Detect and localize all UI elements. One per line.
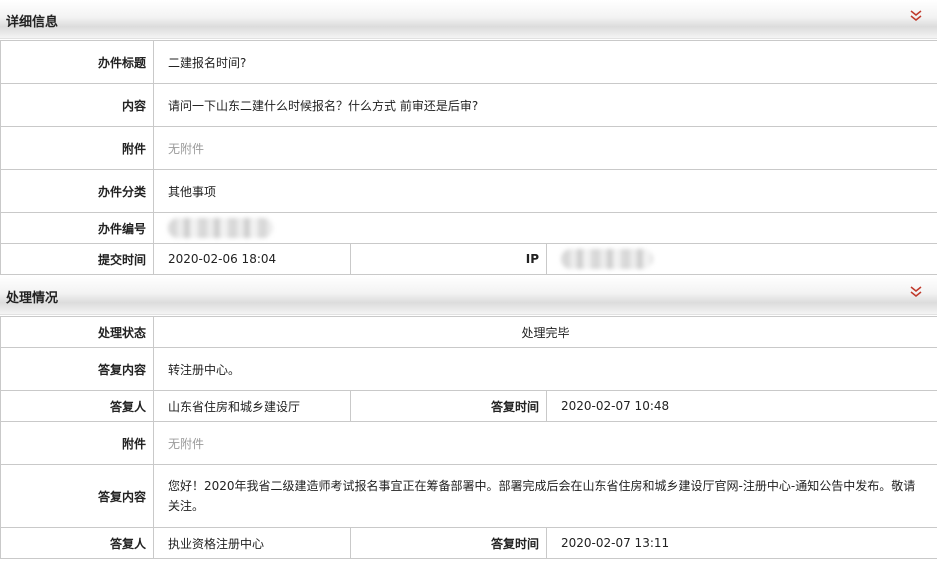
reply-content-value: 转注册中心。	[153, 347, 937, 391]
double-chevron-down-icon[interactable]	[909, 285, 923, 299]
responder-value: 山东省住房和城乡建设厅	[153, 390, 351, 422]
table-row: 答复内容 您好！2020年我省二级建造师考试报名事宜正在筹备部署中。部署完成后会…	[0, 464, 937, 528]
page: 详细信息 办件标题 二建报名时间? 内容 请问一下山东二建什么时候报名？什么方式…	[0, 0, 937, 564]
detail-table: 办件标题 二建报名时间? 内容 请问一下山东二建什么时候报名？什么方式 前审还是…	[0, 40, 937, 275]
status-value: 处理完毕	[153, 316, 937, 348]
redacted-number	[168, 218, 273, 238]
reply-content-value: 您好！2020年我省二级建造师考试报名事宜正在筹备部署中。部署完成后会在山东省住…	[153, 464, 937, 528]
handling-table: 处理状态 处理完毕 答复内容 转注册中心。 答复人 山东省住房和城乡建设厅 答复…	[0, 316, 937, 559]
detail-section-title: 详细信息	[6, 15, 59, 30]
handling-attachment-value: 无附件	[153, 421, 937, 465]
table-row: 处理状态 处理完毕	[0, 316, 937, 348]
submit-time-value: 2020-02-06 18:04	[153, 243, 351, 275]
handling-section-title: 处理情况	[6, 291, 59, 306]
reply-content-label: 答复内容	[0, 347, 154, 391]
content-value: 请问一下山东二建什么时候报名？什么方式 前审还是后审?	[152, 83, 937, 127]
reply-time-label: 答复时间	[350, 527, 547, 559]
content-label: 内容	[0, 83, 154, 127]
table-row: 办件编号	[0, 212, 937, 244]
table-row: 附件 无附件	[0, 126, 937, 170]
ip-label: IP	[350, 243, 547, 275]
table-row: 内容 请问一下山东二建什么时候报名？什么方式 前审还是后审?	[0, 83, 937, 127]
subject-value: 二建报名时间?	[152, 40, 937, 84]
redacted-ip	[561, 249, 653, 269]
reply-content-label: 答复内容	[0, 464, 154, 528]
reply-time-label: 答复时间	[350, 390, 547, 422]
handling-attachment-label: 附件	[0, 421, 154, 465]
category-value: 其他事项	[152, 169, 937, 213]
detail-section-header: 详细信息	[0, 0, 937, 39]
responder-value: 执业资格注册中心	[153, 527, 351, 559]
responder-label: 答复人	[0, 527, 154, 559]
subject-label: 办件标题	[0, 40, 154, 84]
table-row: 办件分类 其他事项	[0, 169, 937, 213]
status-label: 处理状态	[0, 316, 154, 348]
table-row: 附件 无附件	[0, 421, 937, 465]
ip-value	[545, 243, 937, 275]
attachment-value: 无附件	[152, 126, 937, 170]
table-row: 答复内容 转注册中心。	[0, 347, 937, 391]
responder-label: 答复人	[0, 390, 154, 422]
number-label: 办件编号	[0, 212, 154, 244]
table-row: 答复人 执业资格注册中心 答复时间 2020-02-07 13:11	[0, 527, 937, 559]
submit-time-label: 提交时间	[0, 243, 154, 275]
double-chevron-down-icon[interactable]	[909, 9, 923, 23]
reply-time-value: 2020-02-07 10:48	[546, 390, 937, 422]
table-row: 答复人 山东省住房和城乡建设厅 答复时间 2020-02-07 10:48	[0, 390, 937, 422]
table-row: 提交时间 2020-02-06 18:04 IP	[0, 243, 937, 275]
reply-time-value: 2020-02-07 13:11	[546, 527, 937, 559]
table-row: 办件标题 二建报名时间?	[0, 40, 937, 84]
handling-section-header: 处理情况	[0, 276, 937, 315]
category-label: 办件分类	[0, 169, 154, 213]
number-value	[152, 212, 937, 244]
attachment-label: 附件	[0, 126, 154, 170]
